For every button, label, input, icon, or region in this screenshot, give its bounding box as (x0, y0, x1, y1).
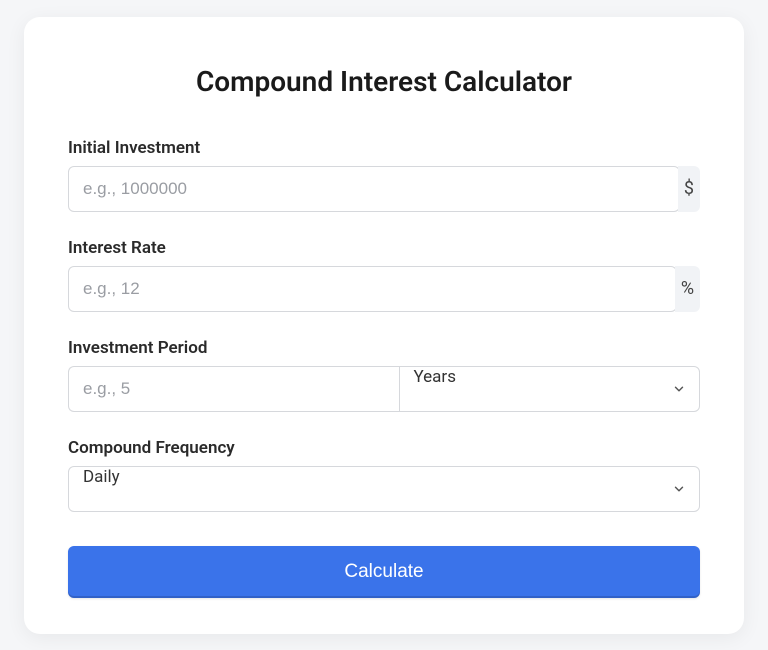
interest-rate-input[interactable] (68, 266, 677, 312)
compound-frequency-label: Compound Frequency (68, 438, 700, 458)
investment-period-unit-wrap: Years (399, 366, 701, 412)
investment-period-row: Years (68, 366, 700, 412)
investment-period-unit-select[interactable]: Years (399, 366, 701, 412)
initial-investment-input[interactable] (68, 166, 680, 212)
percent-suffix: % (675, 266, 700, 312)
field-initial-investment: Initial Investment $ (68, 138, 700, 212)
compound-frequency-wrap: Daily (68, 466, 700, 512)
dollar-suffix: $ (678, 166, 700, 212)
initial-investment-label: Initial Investment (68, 138, 700, 158)
calculate-button[interactable]: Calculate (68, 546, 700, 598)
calculator-card: Compound Interest Calculator Initial Inv… (24, 17, 744, 634)
interest-rate-input-wrap: % (68, 266, 700, 312)
investment-period-label: Investment Period (68, 338, 700, 358)
field-interest-rate: Interest Rate % (68, 238, 700, 312)
investment-period-input[interactable] (68, 366, 399, 412)
field-investment-period: Investment Period Years (68, 338, 700, 412)
field-compound-frequency: Compound Frequency Daily (68, 438, 700, 512)
page-title: Compound Interest Calculator (68, 65, 700, 98)
compound-frequency-select[interactable]: Daily (68, 466, 700, 512)
interest-rate-label: Interest Rate (68, 238, 700, 258)
initial-investment-input-wrap: $ (68, 166, 700, 212)
